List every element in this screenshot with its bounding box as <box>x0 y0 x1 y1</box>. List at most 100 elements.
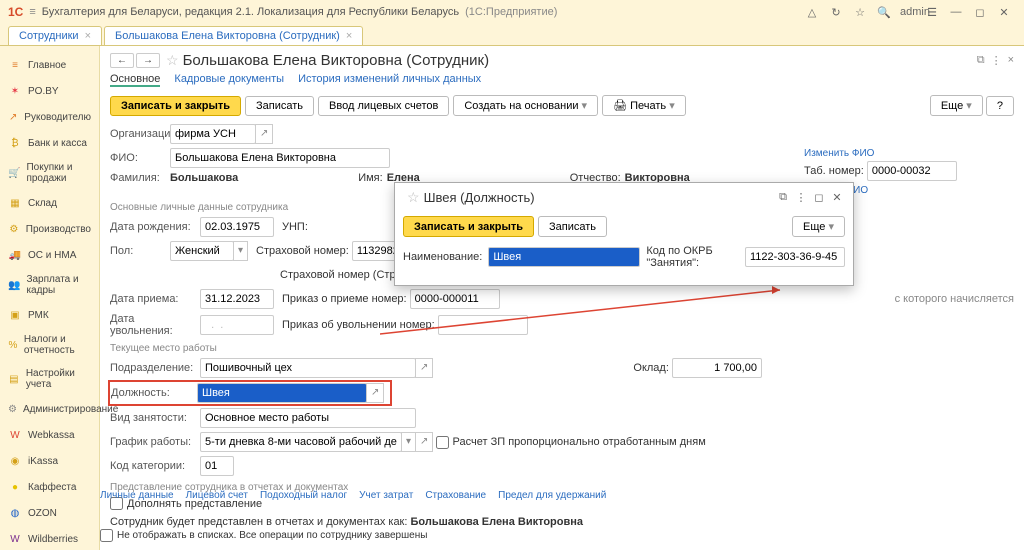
open-icon[interactable]: ↗ <box>366 383 384 403</box>
position-input[interactable] <box>197 383 367 403</box>
fire-order-input[interactable] <box>438 315 528 335</box>
sidebar-item[interactable]: 👥Зарплата и кадры <box>0 268 99 302</box>
more-icon[interactable]: ⋮ <box>991 54 1002 67</box>
sidebar-item[interactable]: WWebkassa <box>0 422 99 448</box>
hired-input[interactable] <box>200 289 274 309</box>
sidebar-item[interactable]: ↗Руководителю <box>0 104 99 130</box>
subtab-main[interactable]: Основное <box>110 73 160 87</box>
nav-fwd[interactable]: → <box>136 53 160 68</box>
dialog-more-button[interactable]: Еще <box>792 216 845 237</box>
footer-limit[interactable]: Предел для удержаний <box>498 490 606 501</box>
tab-close-icon[interactable]: × <box>346 30 352 42</box>
detach-icon[interactable]: ⧉ <box>775 191 791 204</box>
open-icon[interactable]: ↗ <box>255 124 273 144</box>
history-icon[interactable]: ↻ <box>828 6 844 19</box>
close-app-icon[interactable]: ✕ <box>996 6 1012 19</box>
fav-star-icon[interactable]: ☆ <box>407 189 420 206</box>
sidebar-item[interactable]: ⚙Производство <box>0 216 99 242</box>
order-label: Приказ о приеме номер: <box>282 293 407 305</box>
footer-account[interactable]: Лицевой счет <box>186 490 248 501</box>
sidebar-item[interactable]: ◍OZON <box>0 500 99 526</box>
sidebar-item[interactable]: ◉iKassa <box>0 448 99 474</box>
user-label[interactable]: admin <box>900 6 916 18</box>
open-icon[interactable]: ↗ <box>415 432 433 452</box>
dialog-name-input[interactable] <box>488 247 640 267</box>
org-input[interactable] <box>170 124 256 144</box>
position-dialog: ☆ Швея (Должность) ⧉ ⋮ ◻ ✕ Записать и за… <box>394 182 854 286</box>
help-button[interactable]: ? <box>986 96 1014 116</box>
maximize-icon[interactable]: ◻ <box>972 6 988 19</box>
sidebar-label: ОС и НМА <box>28 250 76 261</box>
more-button[interactable]: Еще <box>930 95 983 116</box>
tab-employee-card[interactable]: Большакова Елена Викторовна (Сотрудник)× <box>104 26 363 45</box>
sidebar-label: Руководителю <box>24 112 91 123</box>
sidebar-item[interactable]: ≡Главное <box>0 52 99 78</box>
footer-costs[interactable]: Учет затрат <box>359 490 413 501</box>
sidebar-icon: % <box>8 338 18 352</box>
order-input[interactable] <box>410 289 500 309</box>
create-on-button[interactable]: Создать на основании <box>453 95 598 116</box>
sidebar-label: РМК <box>28 310 49 321</box>
sidebar-item[interactable]: %Налоги и отчетность <box>0 328 99 362</box>
detach-icon[interactable]: ⧉ <box>977 54 985 67</box>
sidebar-item[interactable]: 🚚ОС и НМА <box>0 242 99 268</box>
change-fio-link[interactable]: Изменить ФИО <box>804 148 1014 159</box>
fio-input[interactable] <box>170 148 390 168</box>
more-icon[interactable]: ⋮ <box>793 191 809 204</box>
footer-personal[interactable]: Личные данные <box>100 490 174 501</box>
print-button[interactable]: 🖨 Печать <box>602 95 686 116</box>
fired-input[interactable] <box>200 315 274 335</box>
footer-ins[interactable]: Страхование <box>425 490 486 501</box>
category-input[interactable] <box>200 456 234 476</box>
star-icon[interactable]: ☆ <box>852 6 868 19</box>
alert-icon[interactable]: △ <box>804 6 820 19</box>
sidebar-icon: ⚙ <box>8 402 17 416</box>
accounts-button[interactable]: Ввод лицевых счетов <box>318 96 449 116</box>
dob-input[interactable] <box>200 217 274 237</box>
maximize-icon[interactable]: ◻ <box>811 191 827 204</box>
sidebar-item[interactable]: ▤Настройки учета <box>0 362 99 396</box>
sidebar-item[interactable]: 🛒Покупки и продажи <box>0 156 99 190</box>
sidebar-item[interactable]: ₿Банк и касса <box>0 130 99 156</box>
burger-icon[interactable]: ≡ <box>29 6 35 18</box>
close-icon[interactable]: ✕ <box>829 191 845 204</box>
schedule-input[interactable] <box>200 432 402 452</box>
minimize-icon[interactable]: — <box>948 6 964 18</box>
sidebar-item[interactable]: ●Каффеста <box>0 474 99 500</box>
sidebar-item[interactable]: WWildberries <box>0 526 99 552</box>
tabno-input[interactable] <box>867 161 957 181</box>
open-icon[interactable]: ↗ <box>415 358 433 378</box>
salary-input[interactable] <box>672 358 762 378</box>
fam-value: Большакова <box>170 172 238 184</box>
save-close-button[interactable]: Записать и закрыть <box>110 96 241 116</box>
search-icon[interactable]: 🔍 <box>876 6 892 19</box>
hide-checkbox[interactable] <box>100 529 113 542</box>
dropdown-icon[interactable]: ▾ <box>233 241 248 261</box>
sidebar-item[interactable]: ⚙Администрирование <box>0 396 99 422</box>
sidebar-item[interactable]: ▦Склад <box>0 190 99 216</box>
salary-prop-checkbox[interactable] <box>436 436 449 449</box>
save-button[interactable]: Записать <box>245 96 314 116</box>
subtab-hist[interactable]: История изменений личных данных <box>298 73 481 87</box>
dropdown-icon[interactable]: ▾ <box>401 432 416 452</box>
dialog-save-close-button[interactable]: Записать и закрыть <box>403 216 534 237</box>
tab-employees[interactable]: Сотрудники× <box>8 26 102 45</box>
close-icon[interactable]: × <box>1008 54 1014 67</box>
sidebar-item[interactable]: ▣РМК <box>0 302 99 328</box>
tab-close-icon[interactable]: × <box>85 30 91 42</box>
dept-input[interactable] <box>200 358 416 378</box>
footer-tax[interactable]: Подоходный налог <box>260 490 347 501</box>
employment-input[interactable] <box>200 408 416 428</box>
sidebar-label: Webkassa <box>28 430 75 441</box>
sex-input[interactable] <box>170 241 234 261</box>
sidebar-icon: ≡ <box>8 58 22 72</box>
sidebar-label: Каффеста <box>28 482 76 493</box>
menu-icon[interactable]: ☰ <box>924 6 940 19</box>
subtab-kadr[interactable]: Кадровые документы <box>174 73 284 87</box>
dialog-save-button[interactable]: Записать <box>538 216 607 237</box>
nav-back[interactable]: ← <box>110 53 134 68</box>
fio-label: ФИО: <box>110 152 170 164</box>
dialog-code-input[interactable] <box>745 247 845 267</box>
sidebar-item[interactable]: ✶PO.BY <box>0 78 99 104</box>
fav-star-icon[interactable]: ☆ <box>166 52 179 69</box>
